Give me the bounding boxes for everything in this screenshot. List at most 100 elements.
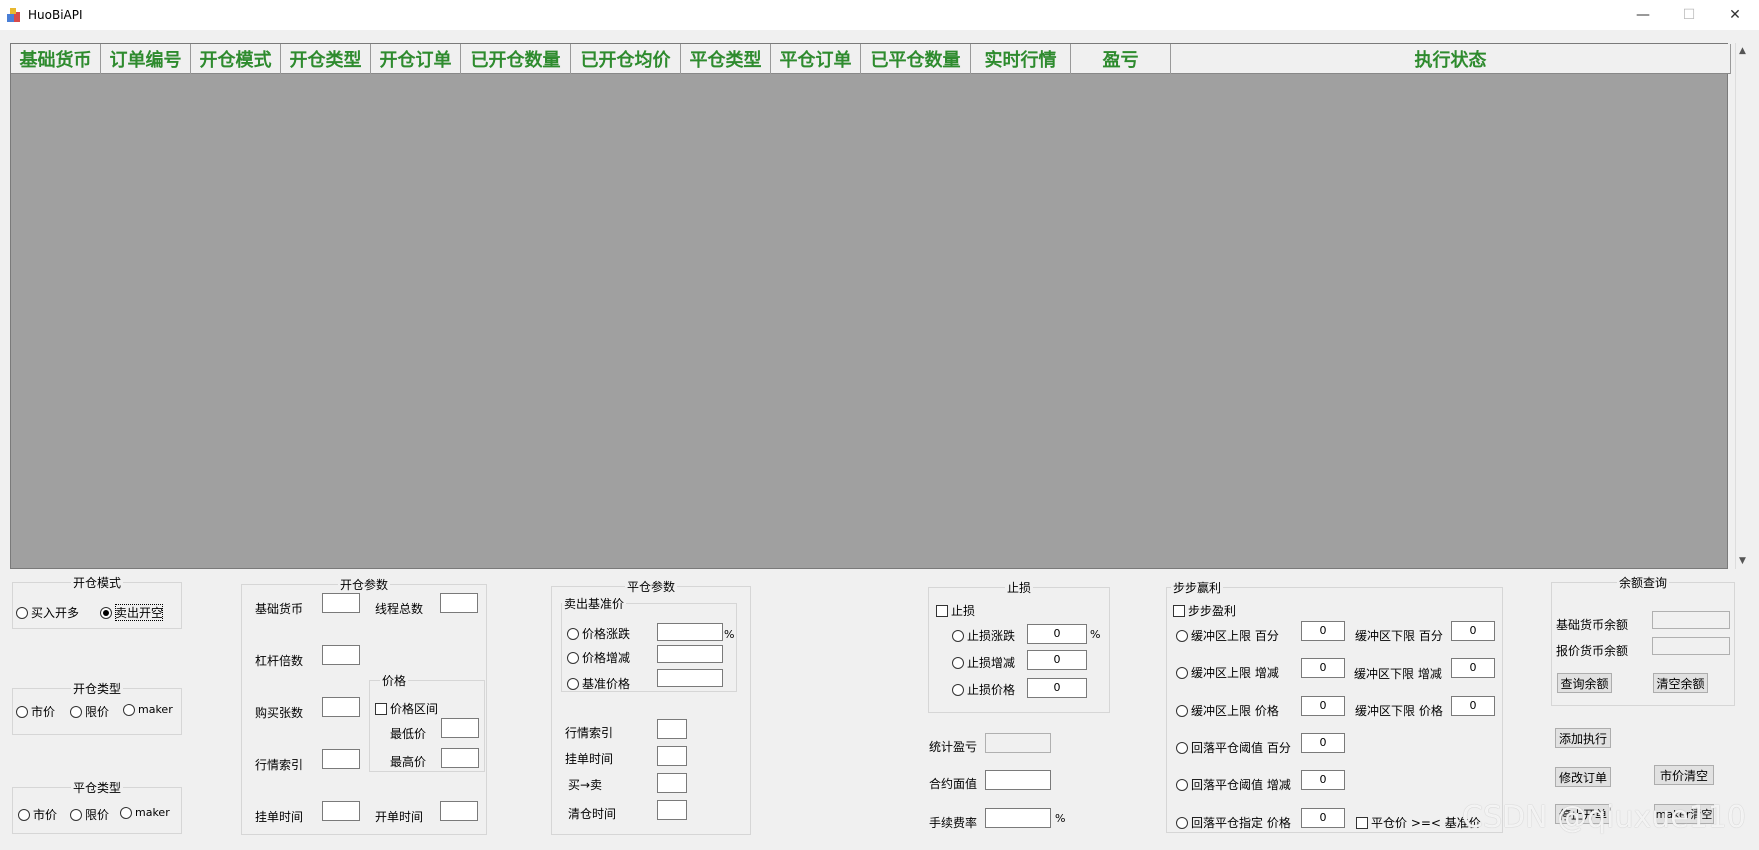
thread-total-input[interactable]: [440, 593, 478, 613]
drop-pct-radio[interactable]: 回落平仓阈值 百分: [1176, 739, 1291, 756]
thread-total-label: 线程总数: [375, 602, 424, 616]
fee-rate-unit: %: [1055, 812, 1066, 825]
close-order-time-input[interactable]: [657, 746, 687, 766]
lower-pct-input[interactable]: 0: [1451, 621, 1495, 641]
open-order-time-label: 挂单时间: [255, 810, 304, 824]
column-header[interactable]: 基础货币: [11, 44, 101, 74]
lower-price-input[interactable]: 0: [1451, 696, 1495, 716]
step-profit-title: 步步赢利: [1173, 581, 1222, 595]
add-execute-button[interactable]: 添加执行: [1555, 728, 1611, 748]
open-type-limit-radio[interactable]: 限价: [70, 703, 109, 720]
upper-price-radio[interactable]: 缓冲区上限 价格: [1176, 702, 1279, 719]
face-value-input[interactable]: [985, 770, 1051, 790]
buy-sell-input[interactable]: [657, 773, 687, 793]
order-grid[interactable]: 基础货币 订单编号 开仓模式 开仓类型 开仓订单 已开仓数量 已开仓均价 平仓类…: [10, 43, 1731, 569]
scroll-down-icon[interactable]: ▼: [1739, 556, 1746, 566]
column-header[interactable]: 盈亏: [1071, 44, 1171, 74]
close-icon: ✕: [1729, 7, 1741, 23]
stop-loss-pct-radio[interactable]: 止损涨跌: [952, 627, 1015, 644]
open-mode-title: 开仓模式: [72, 576, 121, 590]
maximize-button[interactable]: ☐: [1666, 0, 1712, 30]
open-params-title: 开仓参数: [339, 578, 388, 592]
close-market-index-input[interactable]: [657, 719, 687, 739]
scroll-up-icon[interactable]: ▲: [1739, 46, 1746, 56]
clear-time-label: 清仓时间: [568, 807, 617, 821]
open-order-time-input[interactable]: [322, 801, 360, 821]
stop-loss-price-input[interactable]: 0: [1027, 678, 1087, 698]
stop-loss-pct-input[interactable]: 0: [1027, 624, 1087, 644]
column-header[interactable]: 实时行情: [971, 44, 1071, 74]
open-type-title: 开仓类型: [72, 682, 121, 696]
stop-loss-checkbox[interactable]: 止损: [936, 602, 975, 619]
clear-balance-button[interactable]: 清空余额: [1653, 673, 1708, 693]
column-header[interactable]: 开仓类型: [281, 44, 371, 74]
max-price-input[interactable]: [441, 748, 479, 768]
open-type-market-radio[interactable]: 市价: [16, 703, 55, 720]
lower-price-label: 缓冲区下限 价格: [1355, 704, 1443, 718]
drop-price-input[interactable]: 0: [1301, 808, 1345, 828]
price-range-checkbox[interactable]: 价格区间: [375, 700, 438, 717]
close-type-market-radio[interactable]: 市价: [18, 806, 57, 823]
open-market-index-input[interactable]: [322, 749, 360, 769]
drop-pct-input[interactable]: 0: [1301, 733, 1345, 753]
stop-loss-delta-radio[interactable]: 止损增减: [952, 654, 1015, 671]
lower-delta-input[interactable]: 0: [1451, 658, 1495, 678]
column-header[interactable]: 执行状态: [1171, 44, 1731, 74]
lower-delta-label: 缓冲区下限 增减: [1354, 667, 1442, 681]
pnl-output: [985, 733, 1051, 753]
price-delta-radio[interactable]: 价格增减: [567, 649, 630, 666]
sell-short-radio[interactable]: 卖出开空: [100, 604, 164, 621]
fee-rate-label: 手续费率: [929, 816, 978, 830]
upper-pct-input[interactable]: 0: [1301, 621, 1345, 641]
minimize-button[interactable]: —: [1620, 0, 1666, 30]
grid-header: 基础货币 订单编号 开仓模式 开仓类型 开仓订单 已开仓数量 已开仓均价 平仓类…: [11, 44, 1731, 74]
upper-delta-input[interactable]: 0: [1301, 658, 1345, 678]
base-balance-output: [1652, 611, 1730, 629]
min-price-input[interactable]: [441, 718, 479, 738]
price-pct-radio[interactable]: 价格涨跌: [567, 625, 630, 642]
upper-delta-radio[interactable]: 缓冲区上限 增减: [1176, 664, 1279, 681]
column-header[interactable]: 已平仓数量: [861, 44, 971, 74]
maximize-icon: ☐: [1682, 7, 1696, 23]
drop-delta-input[interactable]: 0: [1301, 770, 1345, 790]
buy-count-input[interactable]: [322, 697, 360, 717]
quote-balance-output: [1652, 637, 1730, 655]
base-balance-label: 基础货币余额: [1556, 618, 1629, 632]
column-header[interactable]: 开仓模式: [191, 44, 281, 74]
close-button[interactable]: ✕: [1712, 0, 1758, 30]
buy-long-radio[interactable]: 买入开多: [16, 604, 79, 621]
base-currency-input[interactable]: [322, 593, 360, 613]
close-type-limit-radio[interactable]: 限价: [70, 806, 109, 823]
max-price-label: 最高价: [390, 755, 427, 769]
open-time-input[interactable]: [440, 801, 478, 821]
clear-time-input[interactable]: [657, 800, 687, 820]
leverage-input[interactable]: [322, 645, 360, 665]
modify-order-button[interactable]: 修改订单: [1555, 767, 1611, 787]
drop-delta-radio[interactable]: 回落平仓阈值 增减: [1176, 776, 1291, 793]
upper-pct-radio[interactable]: 缓冲区上限 百分: [1176, 627, 1279, 644]
minimize-icon: —: [1636, 7, 1650, 23]
price-delta-input[interactable]: [657, 645, 723, 663]
stop-loss-delta-input[interactable]: 0: [1027, 650, 1087, 670]
column-header[interactable]: 已开仓数量: [461, 44, 571, 74]
column-header[interactable]: 订单编号: [101, 44, 191, 74]
open-type-maker-radio[interactable]: maker: [123, 703, 173, 716]
grid-vertical-scrollbar[interactable]: ▲ ▼: [1735, 43, 1753, 569]
close-type-maker-radio[interactable]: maker: [120, 806, 170, 819]
market-clear-button[interactable]: 市价清空: [1654, 765, 1714, 785]
price-pct-input[interactable]: [657, 623, 723, 641]
upper-price-input[interactable]: 0: [1301, 696, 1345, 716]
step-profit-checkbox[interactable]: 步步盈利: [1173, 602, 1236, 619]
column-header[interactable]: 平仓类型: [681, 44, 771, 74]
fee-rate-input[interactable]: [985, 808, 1051, 828]
stop-loss-price-radio[interactable]: 止损价格: [952, 681, 1015, 698]
base-price-input[interactable]: [657, 669, 723, 687]
column-header[interactable]: 平仓订单: [771, 44, 861, 74]
column-header[interactable]: 开仓订单: [371, 44, 461, 74]
drop-price-radio[interactable]: 回落平仓指定 价格: [1176, 814, 1291, 831]
column-header[interactable]: 已开仓均价: [571, 44, 681, 74]
base-price-radio[interactable]: 基准价格: [567, 675, 630, 692]
leverage-label: 杠杆倍数: [255, 654, 304, 668]
query-balance-button[interactable]: 查询余额: [1557, 673, 1612, 693]
close-type-title: 平仓类型: [72, 781, 121, 795]
